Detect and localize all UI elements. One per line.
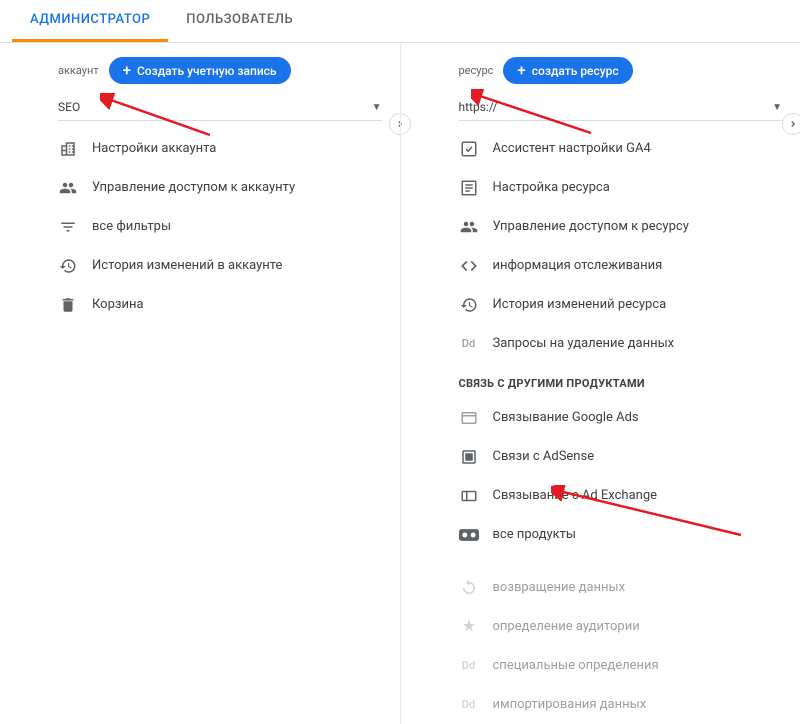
audience-definitions[interactable]: определение аудитории <box>401 607 800 646</box>
custom-definitions[interactable]: Dd специальные определения <box>401 646 800 685</box>
menu-label: возвращение данных <box>493 580 626 595</box>
target-icon <box>459 617 479 637</box>
tab-user[interactable]: ПОЛЬЗОВАТЕЛЬ <box>168 0 311 42</box>
menu-label: Связывание с Ad Exchange <box>493 488 658 503</box>
menu-label: Ассистент настройки GA4 <box>493 141 651 156</box>
dd-icon: Dd <box>459 695 479 715</box>
menu-label: Связи с AdSense <box>493 449 595 464</box>
tab-admin[interactable]: АДМИНИСТРАТОР <box>12 0 168 42</box>
menu-label: определение аудитории <box>493 619 640 634</box>
create-account-label: Создать учетную запись <box>137 64 277 78</box>
data-import[interactable]: Dd импортирования данных <box>401 685 800 724</box>
plus-icon: + <box>123 63 131 78</box>
collapse-property-handle[interactable] <box>782 113 800 135</box>
settings-square-icon <box>459 178 479 198</box>
history-icon <box>459 295 479 315</box>
postbacks[interactable]: возвращение данных <box>401 568 800 607</box>
history-icon <box>58 256 78 276</box>
account-label: аккаунт <box>58 64 99 77</box>
product-linking-title: СВЯЗЬ С ДРУГИМИ ПРОДУКТАМИ <box>401 363 800 398</box>
menu-label: Настройки аккаунта <box>92 141 216 156</box>
account-selector[interactable]: SEO ▼ <box>58 94 382 121</box>
menu-label: Корзина <box>92 297 144 312</box>
menu-label: информация отслеживания <box>493 258 663 273</box>
caret-down-icon: ▼ <box>372 102 382 113</box>
check-square-icon <box>459 139 479 159</box>
menu-label: специальные определения <box>493 658 659 673</box>
adsense-linking[interactable]: Связи с AdSense <box>401 437 800 476</box>
menu-label: История изменений в аккаунте <box>92 258 282 273</box>
menu-label: Запросы на удаление данных <box>493 336 675 351</box>
return-icon <box>459 578 479 598</box>
account-selector-value: SEO <box>58 100 80 114</box>
adsense-icon <box>459 447 479 467</box>
property-column: ресурс + создать ресурс https:// ▼ Ассис… <box>400 43 800 724</box>
caret-down-icon: ▼ <box>772 102 782 113</box>
menu-label: Связывание Google Ads <box>493 410 639 425</box>
ga4-setup-assistant[interactable]: Ассистент настройки GA4 <box>401 129 800 168</box>
create-account-button[interactable]: + Создать учетную запись <box>109 57 291 84</box>
all-filters[interactable]: все фильтры <box>0 207 400 246</box>
code-icon <box>459 256 479 276</box>
create-property-button[interactable]: + создать ресурс <box>503 57 632 84</box>
account-column: аккаунт + Создать учетную запись SEO ▼ Н… <box>0 43 400 724</box>
menu-label: импортирования данных <box>493 697 647 712</box>
data-deletion-requests[interactable]: Dd Запросы на удаление данных <box>401 324 800 363</box>
property-selector[interactable]: https:// ▼ <box>459 94 783 121</box>
building-icon <box>58 139 78 159</box>
google-ads-linking[interactable]: Связывание Google Ads <box>401 398 800 437</box>
ad-exchange-icon <box>459 486 479 506</box>
google-ads-icon <box>459 408 479 428</box>
property-selector-value: https:// <box>459 100 498 114</box>
link-icon <box>459 525 479 545</box>
people-icon <box>459 217 479 237</box>
all-products[interactable]: все продукты <box>401 515 800 554</box>
property-access-management[interactable]: Управление доступом к ресурсу <box>401 207 800 246</box>
account-access-management[interactable]: Управление доступом к аккаунту <box>0 168 400 207</box>
ad-exchange-linking[interactable]: Связывание с Ad Exchange <box>401 476 800 515</box>
property-change-history[interactable]: История изменений ресурса <box>401 285 800 324</box>
trash-icon <box>58 295 78 315</box>
tracking-info[interactable]: информация отслеживания <box>401 246 800 285</box>
dd-icon: Dd <box>459 334 479 354</box>
menu-label: все фильтры <box>92 219 171 234</box>
top-tabs: АДМИНИСТРАТОР ПОЛЬЗОВАТЕЛЬ <box>0 0 800 43</box>
menu-label: Настройка ресурса <box>493 180 610 195</box>
property-settings[interactable]: Настройка ресурса <box>401 168 800 207</box>
menu-label: История изменений ресурса <box>493 297 667 312</box>
plus-icon: + <box>517 63 525 78</box>
account-change-history[interactable]: История изменений в аккаунте <box>0 246 400 285</box>
menu-label: Управление доступом к ресурсу <box>493 219 689 234</box>
menu-label: Управление доступом к аккаунту <box>92 180 295 195</box>
people-icon <box>58 178 78 198</box>
filter-icon <box>58 217 78 237</box>
create-property-label: создать ресурс <box>532 64 619 78</box>
menu-label: все продукты <box>493 527 576 542</box>
account-settings[interactable]: Настройки аккаунта <box>0 129 400 168</box>
trash[interactable]: Корзина <box>0 285 400 324</box>
property-label: ресурс <box>459 64 494 77</box>
